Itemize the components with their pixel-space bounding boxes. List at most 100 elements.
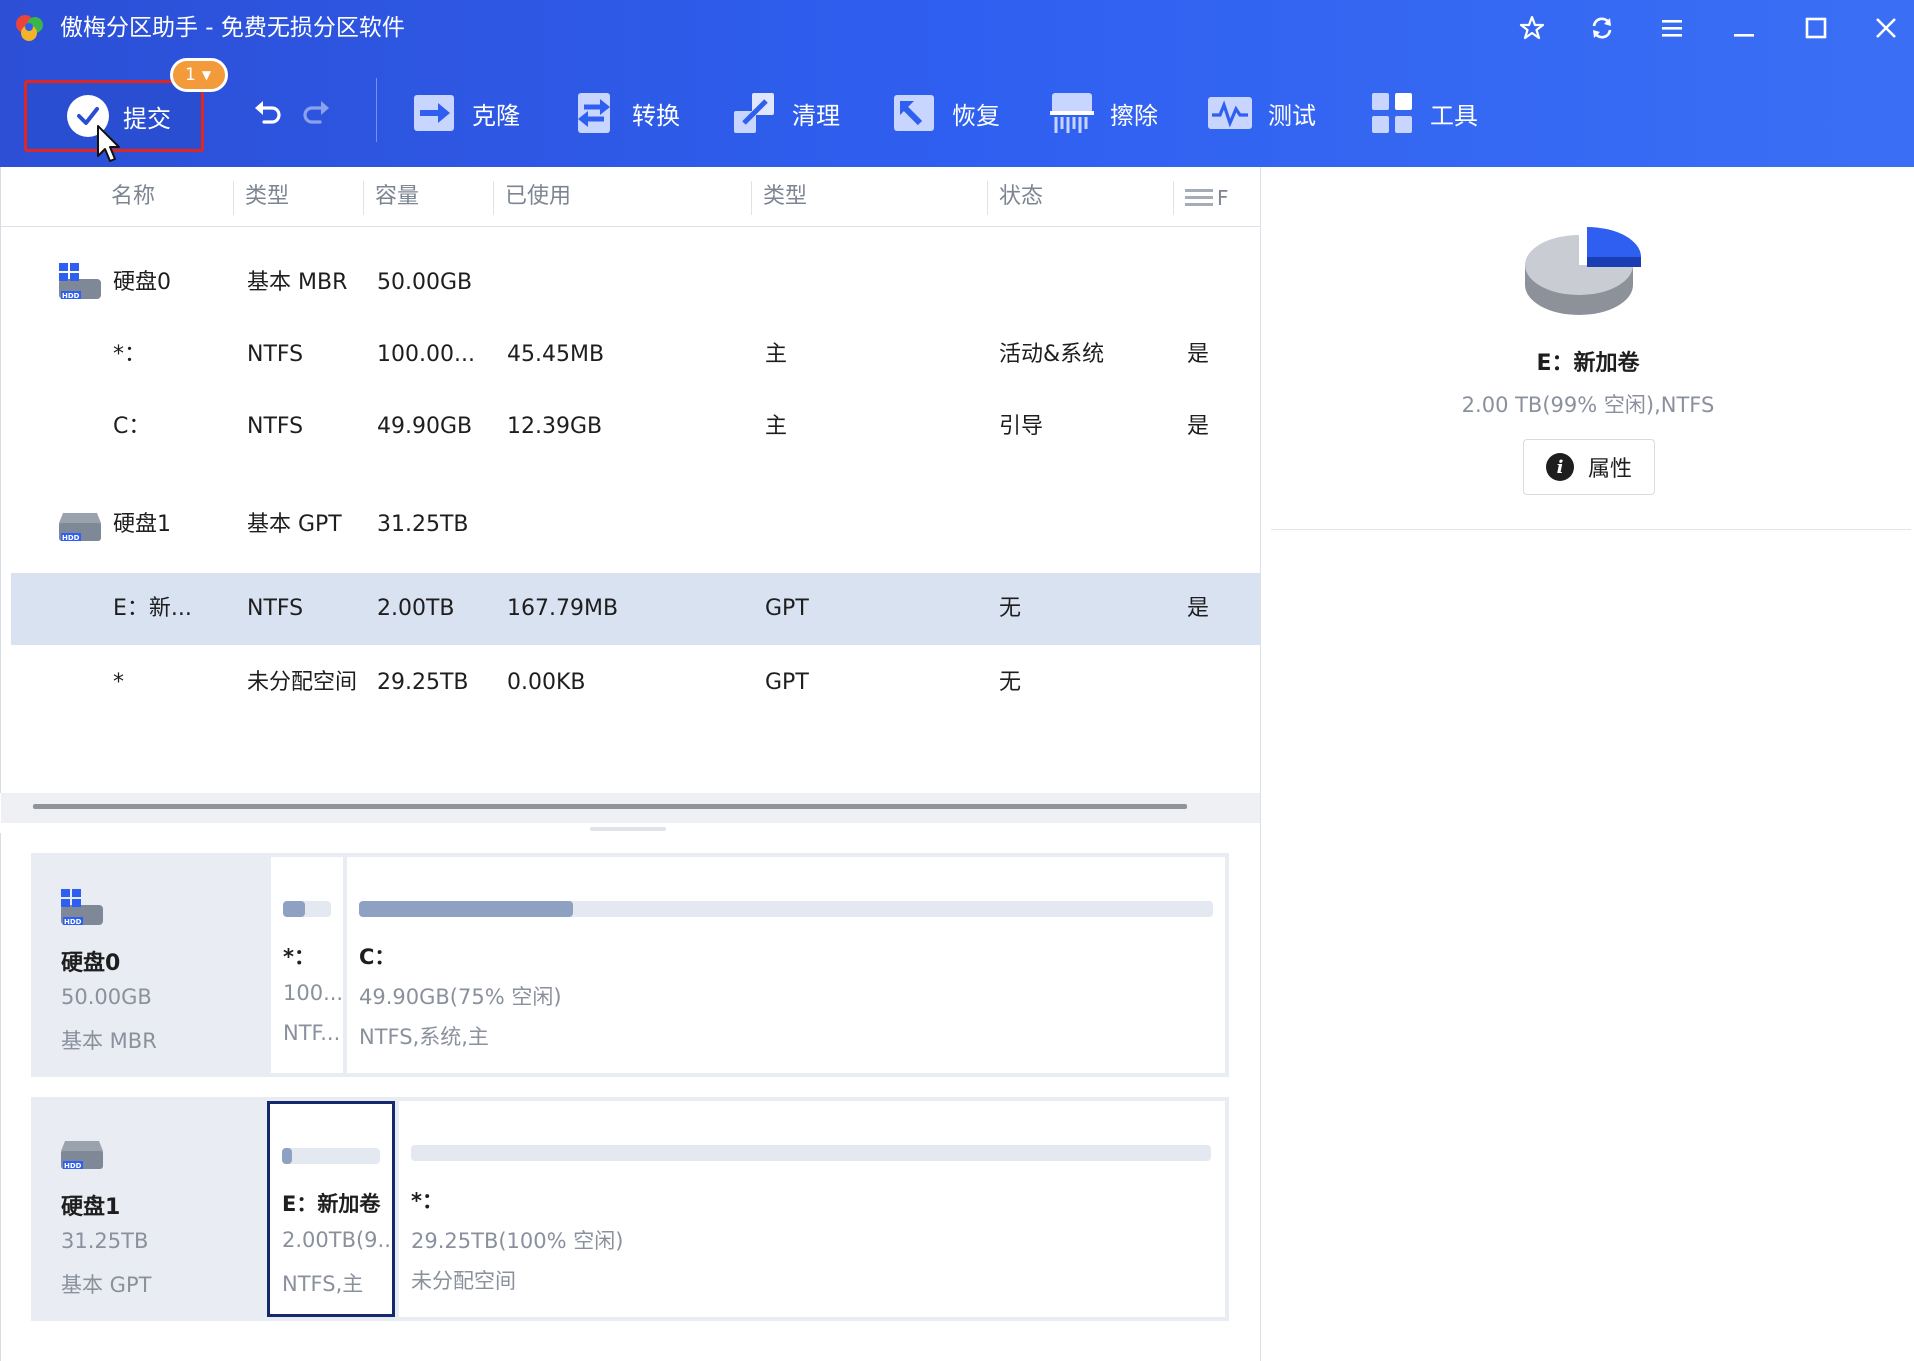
clone-button[interactable]: 克隆 <box>410 86 520 140</box>
column-divider[interactable] <box>751 181 752 215</box>
partition-block[interactable]: *： 100... NTF... <box>271 857 343 1073</box>
col-header-used[interactable]: 已使用 <box>505 167 571 227</box>
partition-name: *： <box>283 945 315 969</box>
row-type: NTFS <box>247 342 304 367</box>
row-partition-type: 主 <box>765 342 788 367</box>
col-header-capacity[interactable]: 容量 <box>375 167 419 227</box>
column-divider[interactable] <box>987 181 988 215</box>
recover-button[interactable]: 恢复 <box>890 86 1000 140</box>
maximize-icon[interactable] <box>1794 10 1838 46</box>
pending-operations-badge[interactable]: 1 ▼ <box>170 58 228 92</box>
column-divider[interactable] <box>1173 181 1174 215</box>
table-row-partition[interactable]: * 未分配空间 29.25TB 0.00KB GPT 无 <box>11 647 1261 719</box>
usage-bar <box>411 1145 1211 1161</box>
main-toolbar: 提交 1 ▼ 克隆 转换 清理 恢复 擦除 测试 工具 <box>0 56 1914 167</box>
row-status: 活动&系统 <box>999 342 1105 367</box>
col-header-flag: F <box>1217 186 1229 210</box>
table-row-disk1[interactable]: HDD 硬盘1 基本 GPT 31.25TB <box>11 489 1261 561</box>
disk-capacity: 50.00GB <box>61 985 152 1009</box>
undo-icon <box>255 101 281 124</box>
col-header-partition-type[interactable]: 类型 <box>763 167 807 227</box>
disk-card-disk1[interactable]: HDD 硬盘1 31.25TB 基本 GPT E：新加卷 2.00TB(9...… <box>31 1097 1229 1321</box>
partition-fs: NTF... <box>283 1021 341 1045</box>
row-capacity: 31.25TB <box>377 512 469 537</box>
disk-usage-pie-icon <box>1525 227 1641 315</box>
column-divider[interactable] <box>363 181 364 215</box>
convert-button[interactable]: 转换 <box>570 86 680 140</box>
col-header-type[interactable]: 类型 <box>245 167 289 227</box>
column-divider[interactable] <box>493 181 494 215</box>
row-used: 45.45MB <box>507 342 605 367</box>
disk-info[interactable]: HDD 硬盘1 31.25TB 基本 GPT <box>31 1097 267 1321</box>
table-row-partition[interactable]: C： NTFS 49.90GB 12.39GB 主 引导 是 <box>11 391 1261 463</box>
clean-icon <box>734 93 774 133</box>
convert-label: 转换 <box>632 101 680 130</box>
col-header-name[interactable]: 名称 <box>111 167 155 227</box>
partition-block[interactable]: C： 49.90GB(75% 空闲) NTFS,系统,主 <box>347 857 1225 1073</box>
row-type: NTFS <box>247 414 304 439</box>
partition-block[interactable]: *： 29.25TB(100% 空闲) 未分配空间 <box>399 1101 1225 1317</box>
table-row-partition[interactable]: *： NTFS 100.00... 45.45MB 主 活动&系统 是 <box>11 319 1261 391</box>
minimize-icon[interactable] <box>1722 10 1766 46</box>
usage-bar-fill <box>282 1148 292 1164</box>
row-name: * <box>113 670 124 695</box>
row-name: E：新... <box>113 596 192 621</box>
app-header: 傲梅分区助手 - 免费无损分区软件 提交 1 ▼ 克隆 转换 清理 恢复 擦除 … <box>0 0 1914 167</box>
properties-button[interactable]: i 属性 <box>1523 439 1655 495</box>
col-header-status[interactable]: 状态 <box>999 167 1043 227</box>
disk-card-disk0[interactable]: HDD 硬盘0 50.00GB 基本 MBR *： 100... NTF... … <box>31 853 1229 1077</box>
row-used: 0.00KB <box>507 670 586 695</box>
disk-map-panel: HDD 硬盘0 50.00GB 基本 MBR *： 100... NTF... … <box>0 833 1260 1361</box>
hdd-windows-icon: HDD <box>59 263 101 300</box>
favorite-star-icon[interactable] <box>1510 10 1554 46</box>
horizontal-scrollbar[interactable] <box>1 793 1261 823</box>
tools-icon <box>1372 93 1412 133</box>
test-label: 测试 <box>1268 101 1316 130</box>
partition-table: 名称 类型 容量 已使用 类型 状态 F HDD 硬盘0 基本 MBR 50.0… <box>0 167 1261 823</box>
row-capacity: 100.00... <box>377 342 475 367</box>
clean-button[interactable]: 清理 <box>730 86 840 140</box>
row-flag: 是 <box>1187 342 1210 367</box>
clone-label: 克隆 <box>472 101 520 130</box>
undo-button[interactable] <box>248 94 288 134</box>
menu-icon[interactable] <box>1650 10 1694 46</box>
column-divider[interactable] <box>233 181 234 215</box>
usage-bar <box>282 1148 380 1164</box>
partition-name: *： <box>411 1189 443 1213</box>
tools-button[interactable]: 工具 <box>1368 86 1478 140</box>
test-button[interactable]: 测试 <box>1206 86 1316 140</box>
wipe-button[interactable]: 擦除 <box>1048 86 1158 140</box>
close-icon[interactable] <box>1864 10 1908 46</box>
partition-fs: NTFS,系统,主 <box>359 1025 489 1049</box>
table-row-disk0[interactable]: HDD 硬盘0 基本 MBR 50.00GB <box>11 247 1261 319</box>
partition-info: 29.25TB(100% 空闲) <box>411 1229 624 1253</box>
toolbar-separator <box>376 78 377 142</box>
info-icon: i <box>1545 453 1574 481</box>
table-row-partition-selected[interactable]: E：新... NTFS 2.00TB 167.79MB GPT 无 是 <box>11 573 1261 645</box>
recover-label: 恢复 <box>952 101 1000 130</box>
partition-fs: 未分配空间 <box>411 1269 516 1293</box>
partition-name: C： <box>359 945 396 969</box>
partition-block-selected[interactable]: E：新加卷 2.00TB(9... NTFS,主 <box>267 1101 395 1317</box>
redo-button[interactable] <box>296 94 336 134</box>
row-status: 无 <box>999 670 1022 695</box>
disk-capacity: 31.25TB <box>61 1229 149 1253</box>
column-options-button[interactable]: F <box>1185 181 1229 215</box>
title-bar: 傲梅分区助手 - 免费无损分区软件 <box>0 0 1914 56</box>
row-partition-type: 主 <box>765 414 788 439</box>
pane-splitter-handle[interactable] <box>590 827 666 831</box>
wipe-label: 擦除 <box>1110 101 1158 130</box>
row-partition-type: GPT <box>765 596 809 621</box>
row-name: *： <box>113 342 147 367</box>
test-icon <box>1208 97 1252 129</box>
row-name: 硬盘1 <box>113 512 171 537</box>
row-flag: 是 <box>1187 596 1210 621</box>
disk-info[interactable]: HDD 硬盘0 50.00GB 基本 MBR <box>31 853 267 1077</box>
disk-type: 基本 MBR <box>61 1029 157 1053</box>
commit-label: 提交 <box>123 104 171 133</box>
scrollbar-thumb[interactable] <box>33 804 1187 809</box>
row-flag: 是 <box>1187 414 1210 439</box>
partition-fs: NTFS,主 <box>282 1272 364 1296</box>
usage-bar-fill <box>359 901 573 917</box>
refresh-icon[interactable] <box>1580 10 1624 46</box>
